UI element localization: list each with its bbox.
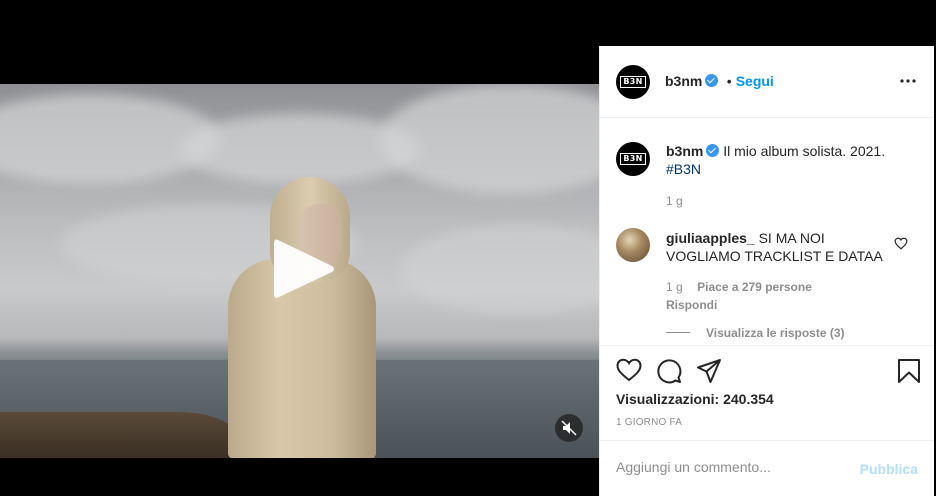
caption-avatar[interactable]: B3N [616, 142, 650, 176]
video-player[interactable] [0, 84, 599, 458]
post-actions: Visualizzazioni: 240.354 1 GIORNO FA [600, 345, 934, 440]
publish-button[interactable]: Pubblica [860, 461, 918, 477]
comment-heart-icon[interactable] [894, 237, 908, 255]
muted-speaker-icon[interactable] [555, 414, 583, 442]
post-panel: B3N b3nm • Segui B3N b3nm Il mio album so… [599, 46, 934, 496]
comment: giuliaapples_ SI MA NOI VOGLIAMO TRACKLI… [666, 229, 891, 314]
comment-input[interactable] [616, 456, 846, 478]
follow-button[interactable]: Segui [736, 73, 774, 89]
separator-dot: • [726, 73, 732, 89]
view-replies[interactable]: Visualizza le risposte (3) [666, 324, 845, 342]
post-time[interactable]: 1 GIORNO FA [616, 417, 682, 428]
paper-plane-icon[interactable] [696, 358, 722, 389]
comments-list: B3N b3nm Il mio album solista. 2021. #B3… [600, 119, 934, 345]
comment-icon[interactable] [656, 358, 682, 389]
caption: b3nm Il mio album solista. 2021. #B3N 1 … [666, 142, 916, 208]
more-options-icon[interactable] [898, 73, 918, 89]
header-username[interactable]: b3nm [665, 73, 702, 89]
avatar-logo: B3N [620, 76, 646, 88]
comment-username[interactable]: giuliaapples_ [666, 230, 755, 246]
avatar-logo: B3N [620, 153, 646, 165]
video-cloud [380, 84, 599, 194]
caption-text: Il mio album solista. 2021. [723, 143, 886, 159]
caption-hashtag[interactable]: #B3N [666, 161, 701, 177]
view-replies-label[interactable]: Visualizza le risposte (3) [706, 326, 845, 340]
reply-button[interactable]: Rispondi [666, 298, 717, 312]
comment-avatar[interactable] [616, 228, 650, 262]
bookmark-icon[interactable] [897, 358, 921, 389]
add-comment-bar: Pubblica [600, 440, 934, 496]
post-header: B3N b3nm • Segui [600, 46, 934, 118]
heart-icon[interactable] [616, 358, 642, 387]
comment-likes[interactable]: Piace a 279 persone [697, 280, 812, 294]
verified-badge-icon [705, 74, 719, 87]
video-rocks [0, 412, 240, 458]
comment-age[interactable]: 1 g [666, 280, 683, 294]
video-cloud [400, 224, 599, 314]
play-icon[interactable] [272, 236, 336, 302]
header-user-line: b3nm • Segui [665, 73, 774, 91]
verified-badge-icon [706, 144, 720, 157]
views-count[interactable]: Visualizzazioni: 240.354 [616, 391, 774, 407]
caption-age[interactable]: 1 g [666, 194, 916, 208]
avatar[interactable]: B3N [616, 65, 650, 99]
replies-line [666, 332, 690, 334]
comment-meta: 1 g Piace a 279 persone Rispondi [666, 278, 891, 314]
caption-username[interactable]: b3nm [666, 143, 703, 159]
